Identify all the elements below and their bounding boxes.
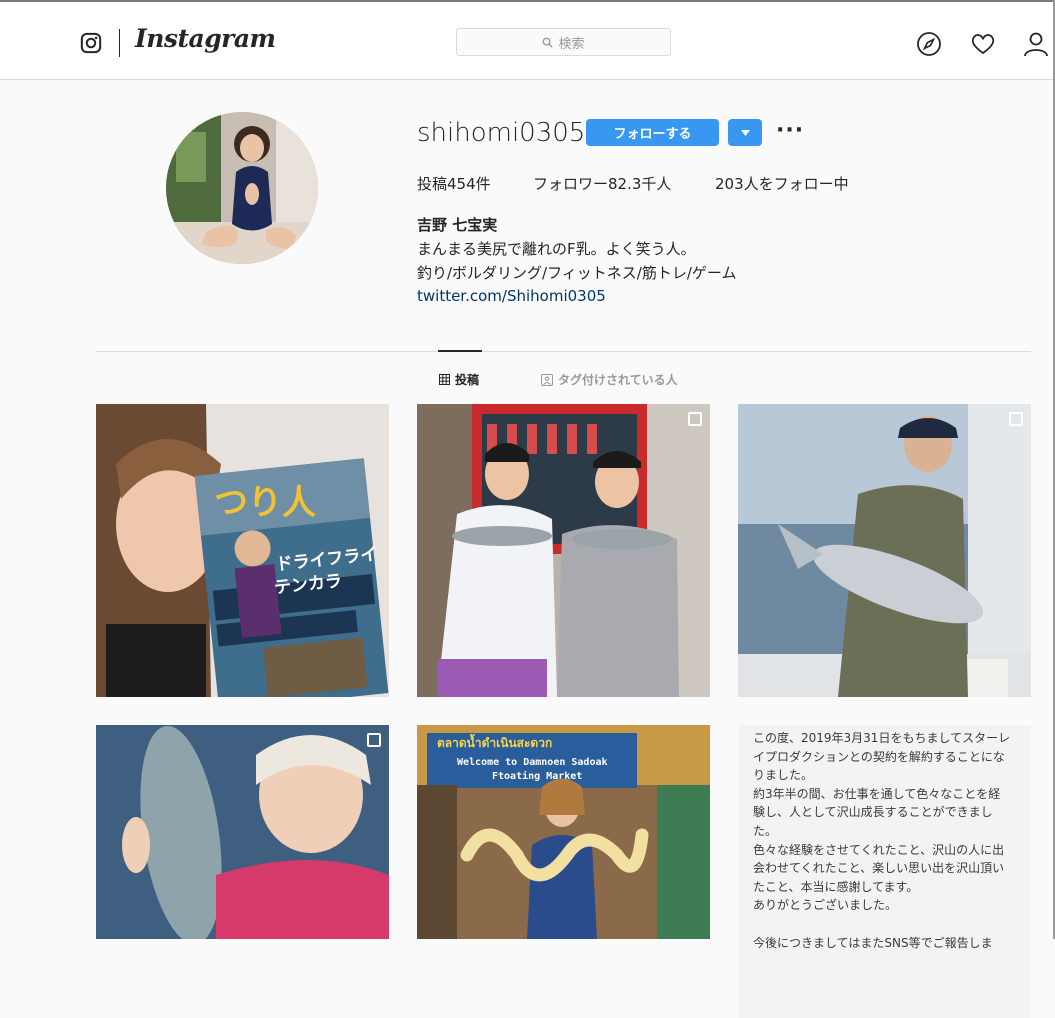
notice-text-line: 約3年半の間、お仕事を通して色々なことを経 xyxy=(753,786,1001,801)
top-nav-bar: Instagram 検索 xyxy=(0,2,1053,80)
profile-person-icon[interactable] xyxy=(1023,31,1049,57)
suggestions-dropdown-button[interactable] xyxy=(728,119,762,146)
multiple-posts-icon xyxy=(367,733,381,747)
profile-avatar[interactable] xyxy=(166,112,318,264)
search-placeholder: 検索 xyxy=(558,36,585,52)
profile-bio-line: 釣り/ボルダリング/フィットネス/筋トレ/ゲーム xyxy=(417,264,737,282)
tab-posts-label: 投稿 xyxy=(455,373,480,387)
svg-text:ตลาดน้ำดำเนินสะดวก: ตลาดน้ำดำเนินสะดวก xyxy=(437,733,552,750)
multiple-posts-icon xyxy=(688,412,702,426)
followers-count[interactable]: フォロワー82.3千人 xyxy=(533,173,671,194)
notice-text-line: この度、2019年3月31日をもちましてスターレ xyxy=(753,731,1011,745)
tab-tagged-label: タグ付けされている人 xyxy=(558,373,678,387)
post-thumbnail[interactable] xyxy=(417,404,710,697)
instagram-camera-icon[interactable] xyxy=(80,32,102,54)
profile-bio-line: まんまる美尻で離れのF乳。よく笑う人。 xyxy=(417,240,696,258)
market-sign-text: Welcome to Damnoen Sadoak xyxy=(457,757,608,768)
notice-text-line: 会わせてくれたこと、楽しい思い出を沢山頂い xyxy=(753,861,1005,876)
notice-text-line: イプロダクションとの契約を解約することにな xyxy=(753,749,1005,764)
profile-full-name: 吉野 七宝実 xyxy=(417,216,498,234)
tab-posts[interactable]: 投稿 xyxy=(439,371,479,388)
profile-username: shihomi0305 xyxy=(417,118,586,148)
post-thumbnail[interactable]: つり人 ドライフライ テンカラ xyxy=(96,404,389,697)
notice-text-line: 色々な経験をさせてくれたこと、沢山の人に出 xyxy=(753,842,1005,857)
active-tab-indicator xyxy=(438,350,482,352)
following-count[interactable]: 203人をフォロー中 xyxy=(715,173,849,194)
post-thumbnail[interactable] xyxy=(738,404,1031,697)
notice-text-line: たこと、本当に感謝してます。 xyxy=(753,879,919,894)
multiple-posts-icon xyxy=(1009,412,1023,426)
tagged-person-icon xyxy=(541,373,553,386)
notice-text-line: 験し、人として沢山成長することができまし xyxy=(753,805,993,820)
tab-tagged[interactable]: タグ付けされている人 xyxy=(541,371,678,388)
instagram-wordmark[interactable]: Instagram xyxy=(135,24,276,53)
search-icon xyxy=(543,37,554,48)
post-thumbnail[interactable]: ตลาดน้ำดำเนินสะดวก Welcome to Damnoen Sa… xyxy=(417,725,710,1018)
notice-text-line: ありがとうございました。 xyxy=(753,898,898,913)
profile-external-link[interactable]: twitter.com/Shihomi0305 xyxy=(417,287,606,305)
posts-count: 投稿454件 xyxy=(417,175,491,193)
activity-heart-icon[interactable] xyxy=(970,31,996,57)
magazine-title-text: つり人 xyxy=(214,483,316,523)
follow-button[interactable]: フォローする xyxy=(586,119,719,146)
post-thumbnail-text-notice[interactable]: この度、2019年3月31日をもちましてスターレ イプロダクションとの契約を解約す… xyxy=(738,725,1031,1018)
logo-divider xyxy=(119,29,120,57)
notice-text-line: 今後につきましてはまたSNS等でご報告しま xyxy=(753,935,993,950)
post-thumbnail[interactable] xyxy=(96,725,389,1018)
tabs-divider xyxy=(96,351,1031,352)
explore-compass-icon[interactable] xyxy=(916,31,942,57)
notice-text-line: りました。 xyxy=(753,768,814,783)
options-more-icon[interactable]: ··· xyxy=(776,118,804,143)
caret-down-icon xyxy=(740,129,750,136)
notice-text-line: た。 xyxy=(753,824,778,838)
search-input[interactable]: 検索 xyxy=(456,28,671,56)
grid-icon xyxy=(439,374,450,385)
